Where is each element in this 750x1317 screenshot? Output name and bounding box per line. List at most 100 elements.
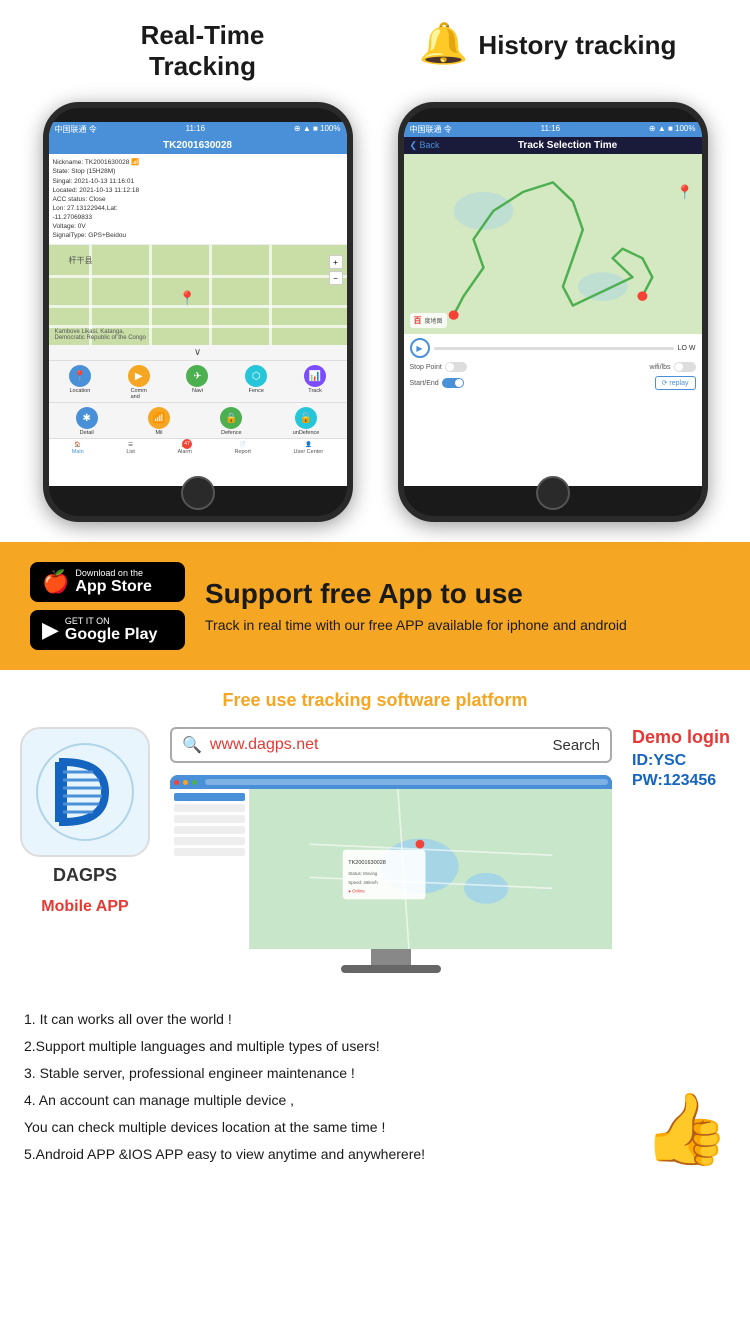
road-v3 [209,245,212,345]
platform-right: 🔍 www.dagps.net Search [170,727,612,973]
map-logo: 百 度地图 [410,313,447,328]
feature-4b: You can check multiple devices location … [24,1117,726,1138]
platform-title: Free use tracking software platform [20,690,730,711]
progress-bar[interactable] [434,347,674,350]
platform-section: Free use tracking software platform [0,670,750,993]
search-bar[interactable]: 🔍 www.dagps.net Search [170,727,612,763]
track-btn[interactable]: 📊 Track [304,365,326,400]
road-h1 [49,275,347,278]
map-pin: 📍 [179,290,196,307]
feature-4: 4. An account can manage multiple device… [24,1090,726,1111]
defence-btn[interactable]: 🔒 Defence [220,407,242,436]
svg-text:Speed: 45km/h: Speed: 45km/h [348,880,378,885]
speed-label: LO W [678,345,696,352]
nav-alarm[interactable]: 🔔 47 Alarm [177,442,191,455]
playback-row-main: ▶ LO W [410,338,696,358]
chevron-down: ∨ [49,345,347,360]
home-button-right[interactable] [536,476,570,510]
track-map: 百 度地图 📍 [404,154,702,334]
fence-btn[interactable]: ⬡ Fence [245,365,267,400]
track-path-svg [404,154,702,334]
google-play-button[interactable]: ▶ GET IT ON Google Play [30,610,185,650]
road-h3 [49,325,347,328]
play-button[interactable]: ▶ [410,338,430,358]
start-end-switch[interactable] [442,378,464,388]
dagps-logo-svg [35,742,135,842]
demo-title: Demo login [632,727,730,748]
monitor-stand [371,949,411,965]
features-section: 1. It can works all over the world ! 2.S… [0,993,750,1181]
feature-5: 5.Android APP &IOS APP easy to view anyt… [24,1144,726,1165]
history-title-row: 🔔 History tracking [419,20,677,72]
replay-button[interactable]: ⟳ replay [655,376,696,390]
demo-pw: PW:123456 [632,772,716,790]
monitor-map-area: TK2001630028 Status: Moving Speed: 45km/… [250,789,612,949]
status-bar-right: 中国联通 令 11:16 ⊕ ▲ ■ 100% [404,122,702,137]
action-buttons-row2: ✱ Detail 📶 Mil 🔒 Defence 🔓 unDefence [49,402,347,438]
phone-notch-right [523,108,583,122]
device-id-header: TK2001630028 [49,137,347,154]
command-btn[interactable]: ▶ Command [128,365,150,400]
phone-left: 中国联通 令 11:16 ⊕ ▲ ■ 100% TK2001630028 Nic… [43,102,353,522]
top-features-header: Real-Time Tracking 🔔 History tracking [0,0,750,102]
dot-red [174,780,179,785]
stop-point-switch[interactable] [445,362,467,372]
nav-report[interactable]: 📄 Report [234,442,251,455]
nav-list[interactable]: ☰ List [126,442,135,455]
nav-user[interactable]: 👤 User Center [294,442,324,455]
app-store-button[interactable]: 🍎 Download on the App Store [30,562,185,602]
search-icon: 🔍 [182,735,202,755]
nav-main[interactable]: 🏠 Main [72,442,84,455]
back-button[interactable]: ❮ Back [410,140,440,151]
track-selection-title: Track Selection Time [518,140,617,151]
navi-btn[interactable]: ✈ Navi [186,365,208,400]
google-play-icon: ▶ [42,617,59,643]
svg-text:Status: Moving: Status: Moving [348,871,378,876]
search-url-text: www.dagps.net [210,736,553,754]
stop-point-toggle: Stop Point [410,362,467,372]
map-left: 杆干县 📍 Kambove Likasi, Katanga,Democratic… [49,245,347,345]
demo-id: ID:YSC [632,752,686,770]
monitor-container: TK2001630028 Status: Moving Speed: 45km/… [170,775,612,973]
mil-btn[interactable]: 📶 Mil [148,407,170,436]
monitor-base [341,965,441,973]
map-controls: + − [329,255,343,285]
search-button[interactable]: Search [552,737,600,754]
detail-btn[interactable]: ✱ Detail [76,407,98,436]
status-bar-left: 中国联通 令 11:16 ⊕ ▲ ■ 100% [49,122,347,137]
url-bar [205,779,608,785]
banner-title: Support free App to use [205,578,720,610]
monitor-content: TK2001630028 Status: Moving Speed: 45km/… [170,789,612,949]
sidebar-item-2 [174,804,245,812]
history-tracking-feature: 🔔 History tracking [382,20,713,82]
bottom-nav-left: 🏠 Main ☰ List 🔔 47 Alarm 📄 Report [49,438,347,458]
road-v4 [269,245,272,345]
thumbs-up-icon: 👍 [643,1089,730,1171]
app-name-label: DAGPS [53,865,117,886]
banner-subtitle: Track in real time with our free APP ava… [205,616,720,636]
location-btn[interactable]: 📍 Location [69,365,91,400]
phone-screen-right: 中国联通 令 11:16 ⊕ ▲ ■ 100% ❮ Back Track Sel… [404,122,702,486]
toggle-row: Stop Point wifi/lbs [410,362,696,372]
app-logo [20,727,150,857]
home-button-left[interactable] [181,476,215,510]
dot-yellow [183,780,188,785]
action-buttons-row1: 📍 Location ▶ Command ✈ Navi ⬡ Fence 📊 [49,360,347,402]
location-pin-right: 📍 [676,184,693,201]
phones-showcase: 中国联通 令 11:16 ⊕ ▲ ■ 100% TK2001630028 Nic… [0,102,750,542]
monitor-sidebar [170,789,250,949]
dot-green [192,780,197,785]
sidebar-item-5 [174,837,245,845]
apple-icon: 🍎 [42,569,69,595]
sidebar-item-6 [174,848,245,856]
sidebar-item-3 [174,815,245,823]
app-download-banner: 🍎 Download on the App Store ▶ GET IT ON … [0,542,750,670]
monitor-header-bar [170,775,612,789]
wifi-lbs-switch[interactable] [674,362,696,372]
road-v2 [149,245,152,345]
mobile-app-label: Mobile APP [41,898,128,916]
wifi-lbs-toggle: wifi/lbs [649,362,695,372]
phone-notch-left [168,108,228,122]
undefence-btn[interactable]: 🔓 unDefence [293,407,320,436]
playback-controls: ▶ LO W Stop Point wifi/lbs [404,334,702,394]
